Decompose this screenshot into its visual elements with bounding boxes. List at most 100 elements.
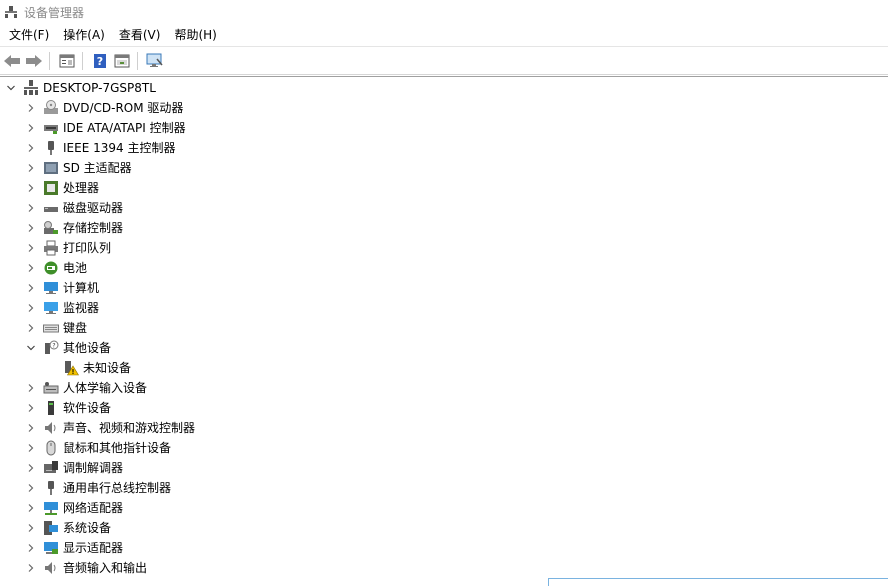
expand-chevron-down-icon[interactable] bbox=[4, 78, 18, 98]
tree-item-disk[interactable]: 磁盘驱动器 bbox=[24, 198, 123, 218]
scan-hardware-button[interactable] bbox=[145, 51, 165, 71]
modem-icon bbox=[43, 460, 59, 476]
tree-item-display[interactable]: 显示适配器 bbox=[24, 538, 123, 558]
tree-item-storage[interactable]: 存储控制器 bbox=[24, 218, 123, 238]
properties-button[interactable] bbox=[57, 51, 77, 71]
battery-icon bbox=[43, 260, 59, 276]
tree-item-system[interactable]: 系统设备 bbox=[24, 518, 111, 538]
back-arrow-icon bbox=[4, 54, 20, 67]
menu-help[interactable]: 帮助(H) bbox=[169, 25, 221, 45]
tree-item-mouse[interactable]: 鼠标和其他指针设备 bbox=[24, 438, 171, 458]
tree-item-other-devices[interactable]: ? 其他设备 bbox=[24, 338, 111, 358]
display-adapter-icon bbox=[43, 540, 59, 556]
title-bar: 设备管理器 bbox=[0, 0, 888, 24]
dvd-drive-icon bbox=[43, 100, 59, 116]
expand-chevron-right-icon[interactable] bbox=[24, 218, 38, 238]
expand-chevron-right-icon[interactable] bbox=[24, 478, 38, 498]
scan-hardware-icon bbox=[146, 53, 163, 67]
expand-chevron-right-icon[interactable] bbox=[24, 238, 38, 258]
tree-item-ieee1394[interactable]: IEEE 1394 主控制器 bbox=[24, 138, 175, 158]
tree-item-monitor[interactable]: 监视器 bbox=[24, 298, 99, 318]
hid-icon bbox=[43, 380, 59, 396]
tree-root[interactable]: DESKTOP-7GSP8TL bbox=[4, 78, 156, 98]
tree-item-print-queue[interactable]: 打印队列 bbox=[24, 238, 111, 258]
tree-item-sound[interactable]: 声音、视频和游戏控制器 bbox=[24, 418, 195, 438]
tree-item-label: 网络适配器 bbox=[63, 501, 124, 515]
menu-view[interactable]: 查看(V) bbox=[114, 25, 166, 45]
tree-item-audio-io[interactable]: 音频输入和输出 bbox=[24, 558, 147, 578]
tree-item-label: 系统设备 bbox=[63, 521, 112, 535]
ieee1394-icon bbox=[43, 140, 59, 156]
expand-chevron-right-icon[interactable] bbox=[24, 418, 38, 438]
tree-item-label: DVD/CD-ROM 驱动器 bbox=[63, 101, 184, 115]
other-devices-icon: ? bbox=[43, 340, 59, 356]
view-button[interactable] bbox=[112, 51, 132, 71]
menu-bar: 文件(F) 操作(A) 查看(V) 帮助(H) bbox=[0, 24, 888, 45]
audio-io-icon bbox=[43, 560, 59, 576]
tree-item-label: 计算机 bbox=[63, 281, 100, 295]
expand-chevron-right-icon[interactable] bbox=[24, 198, 38, 218]
tree-item-usb[interactable]: 通用串行总线控制器 bbox=[24, 478, 171, 498]
tree-item-label: 鼠标和其他指针设备 bbox=[63, 441, 172, 455]
expand-chevron-right-icon[interactable] bbox=[24, 438, 38, 458]
tree-root-label: DESKTOP-7GSP8TL bbox=[43, 81, 156, 95]
toolbar-separator bbox=[137, 51, 138, 70]
device-tree: DESKTOP-7GSP8TL DVD/CD-ROM 驱动器 IDE ATA/A… bbox=[0, 76, 888, 586]
expand-chevron-right-icon[interactable] bbox=[24, 118, 38, 138]
toolbar: ? bbox=[0, 46, 888, 75]
expand-chevron-right-icon[interactable] bbox=[24, 298, 38, 318]
expand-chevron-right-icon[interactable] bbox=[24, 278, 38, 298]
help-button[interactable]: ? bbox=[90, 51, 110, 71]
tree-item-unknown-device[interactable]: 未知设备 bbox=[44, 358, 131, 378]
tree-item-label: 通用串行总线控制器 bbox=[63, 481, 172, 495]
printer-icon bbox=[43, 240, 59, 256]
network-adapter-icon bbox=[43, 500, 59, 516]
expand-chevron-right-icon[interactable] bbox=[24, 138, 38, 158]
tree-item-processor[interactable]: 处理器 bbox=[24, 178, 99, 198]
tree-item-sd[interactable]: SD 主适配器 bbox=[24, 158, 132, 178]
tree-item-battery[interactable]: 电池 bbox=[24, 258, 87, 278]
expand-chevron-right-icon[interactable] bbox=[24, 518, 38, 538]
disk-drive-icon bbox=[43, 200, 59, 216]
expand-chevron-right-icon[interactable] bbox=[24, 258, 38, 278]
expand-chevron-right-icon[interactable] bbox=[24, 378, 38, 398]
back-button[interactable] bbox=[2, 51, 22, 71]
forward-button[interactable] bbox=[24, 51, 44, 71]
tree-item-label: 存储控制器 bbox=[63, 221, 124, 235]
tree-item-ide[interactable]: IDE ATA/ATAPI 控制器 bbox=[24, 118, 186, 138]
tree-item-hid[interactable]: 人体学输入设备 bbox=[24, 378, 147, 398]
tree-item-network[interactable]: 网络适配器 bbox=[24, 498, 123, 518]
expand-chevron-right-icon[interactable] bbox=[24, 158, 38, 178]
tree-item-label: SD 主适配器 bbox=[63, 161, 132, 175]
tree-item-label: 声音、视频和游戏控制器 bbox=[63, 421, 196, 435]
expand-chevron-right-icon[interactable] bbox=[24, 498, 38, 518]
tree-item-dvd[interactable]: DVD/CD-ROM 驱动器 bbox=[24, 98, 183, 118]
tree-item-label: 监视器 bbox=[63, 301, 100, 315]
toolbar-separator bbox=[82, 51, 83, 70]
menu-action[interactable]: 操作(A) bbox=[58, 25, 110, 45]
keyboard-icon bbox=[43, 320, 59, 336]
expand-chevron-right-icon[interactable] bbox=[24, 558, 38, 578]
expand-chevron-right-icon[interactable] bbox=[24, 178, 38, 198]
tree-item-label: IDE ATA/ATAPI 控制器 bbox=[63, 121, 186, 135]
menu-file[interactable]: 文件(F) bbox=[4, 25, 54, 45]
sound-icon bbox=[43, 420, 59, 436]
tree-item-computer[interactable]: 计算机 bbox=[24, 278, 99, 298]
forward-arrow-icon bbox=[26, 54, 42, 67]
expand-chevron-right-icon[interactable] bbox=[24, 538, 38, 558]
tree-item-modem[interactable]: 调制解调器 bbox=[24, 458, 123, 478]
tree-item-keyboard[interactable]: 键盘 bbox=[24, 318, 87, 338]
tree-item-label: 其他设备 bbox=[63, 341, 112, 355]
expand-chevron-right-icon[interactable] bbox=[24, 98, 38, 118]
tree-item-software-device[interactable]: 软件设备 bbox=[24, 398, 111, 418]
tree-item-label: IEEE 1394 主控制器 bbox=[63, 141, 176, 155]
tree-item-label: 未知设备 bbox=[83, 361, 132, 375]
tree-item-label: 磁盘驱动器 bbox=[63, 201, 124, 215]
tree-item-label: 显示适配器 bbox=[63, 541, 124, 555]
expand-chevron-right-icon[interactable] bbox=[24, 458, 38, 478]
expand-chevron-right-icon[interactable] bbox=[24, 398, 38, 418]
expand-chevron-right-icon[interactable] bbox=[24, 318, 38, 338]
expand-chevron-down-icon[interactable] bbox=[24, 338, 38, 358]
tree-item-label: 人体学输入设备 bbox=[63, 381, 148, 395]
